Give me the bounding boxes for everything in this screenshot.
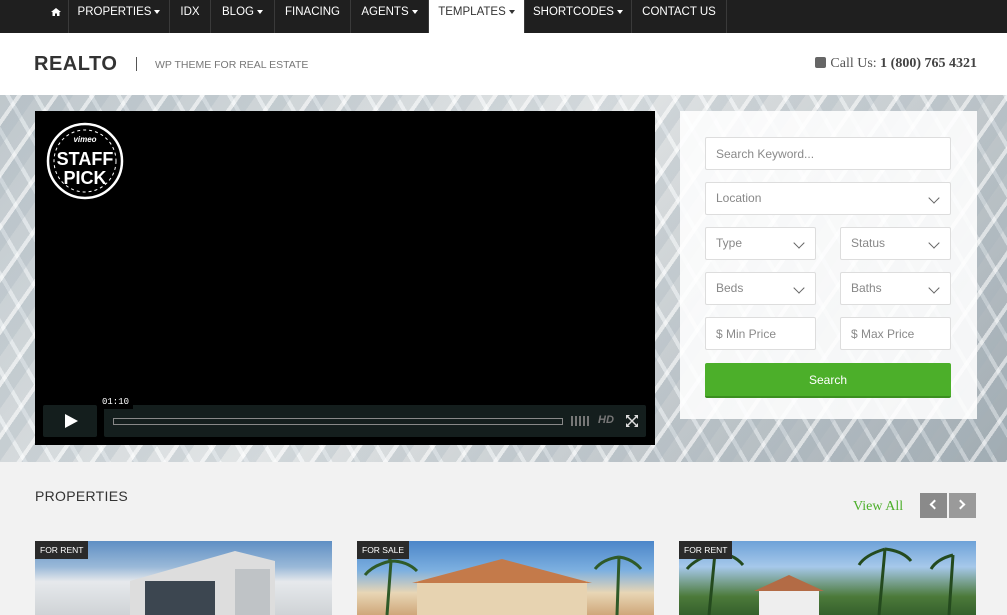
status-value: Status	[851, 236, 886, 250]
nav-item-financing[interactable]: FINACING	[275, 0, 351, 33]
chevron-down-icon	[928, 237, 940, 249]
nav-item-blog[interactable]: BLOG	[211, 0, 275, 33]
property-card[interactable]: FOR RENT	[35, 541, 332, 615]
beds-select[interactable]: Beds	[705, 272, 816, 305]
hd-toggle[interactable]: HD	[598, 414, 614, 426]
type-select[interactable]: Type	[705, 227, 816, 260]
carousel-next-button[interactable]	[949, 493, 976, 518]
chevron-left-icon	[929, 499, 940, 510]
nav-item-label: FINACING	[285, 6, 340, 18]
nav-item-label: PROPERTIES	[77, 6, 152, 18]
min-price-field[interactable]	[705, 317, 816, 350]
nav-item-label: CONTACT US	[642, 6, 716, 18]
volume-icon[interactable]	[571, 416, 593, 426]
play-icon	[65, 414, 78, 428]
badge-line2: PICK	[63, 168, 106, 188]
keyword-input[interactable]	[716, 138, 950, 169]
chevron-down-icon	[928, 192, 940, 204]
property-card[interactable]: FOR SALE	[357, 541, 654, 615]
nav-item-properties[interactable]: PROPERTIES	[69, 0, 170, 33]
nav-item-shortcodes[interactable]: SHORTCODES	[525, 0, 632, 33]
staff-pick-badge: vimeo STAFF PICK	[46, 122, 124, 200]
top-navigation: PROPERTIES IDX BLOG FINACING AGENTS TEMP…	[0, 0, 1007, 33]
nav-item-label: AGENTS	[361, 6, 409, 18]
chevron-down-icon	[154, 10, 161, 14]
chevron-right-icon	[955, 499, 966, 510]
video-controls: 01:10 HD	[43, 396, 646, 437]
carousel-prev-button[interactable]	[920, 493, 947, 518]
nav-item-contact[interactable]: CONTACT US	[632, 0, 727, 33]
chevron-down-icon	[256, 10, 263, 14]
badge-vimeo-text: vimeo	[73, 135, 96, 144]
home-icon	[51, 8, 61, 16]
chevron-down-icon	[793, 282, 805, 294]
site-tagline: WP THEME FOR REAL ESTATE	[155, 59, 309, 71]
property-status-badge: FOR RENT	[679, 541, 733, 559]
baths-select[interactable]: Baths	[840, 272, 951, 305]
site-header: REALTO WP THEME FOR REAL ESTATE Call Us:…	[0, 33, 1007, 95]
site-logo[interactable]: REALTO	[34, 53, 117, 76]
nav-item-idx[interactable]: IDX	[170, 0, 211, 33]
properties-heading: PROPERTIES	[35, 488, 128, 504]
nav-item-label: TEMPLATES	[438, 6, 506, 18]
chevron-down-icon	[793, 237, 805, 249]
phone-icon	[815, 57, 827, 68]
video-time: 01:10	[98, 396, 134, 409]
fullscreen-icon[interactable]	[626, 415, 638, 427]
baths-value: Baths	[851, 281, 882, 295]
nav-item-label: BLOG	[222, 6, 254, 18]
min-price-input[interactable]	[716, 318, 815, 349]
chevron-down-icon	[508, 10, 515, 14]
status-select[interactable]: Status	[840, 227, 951, 260]
chevron-down-icon	[928, 282, 940, 294]
progress-track[interactable]	[113, 418, 563, 425]
call-prefix: Call Us:	[830, 56, 877, 71]
property-card[interactable]: FOR RENT	[679, 541, 976, 615]
keyword-field[interactable]	[705, 137, 951, 170]
badge-line1: STAFF	[57, 149, 114, 169]
property-status-badge: FOR RENT	[35, 541, 89, 559]
video-player[interactable]: vimeo STAFF PICK 01:10 HD	[35, 111, 655, 445]
location-value: Location	[716, 191, 762, 205]
nav-item-label: IDX	[180, 6, 200, 18]
nav-home[interactable]	[33, 0, 69, 33]
search-button[interactable]: Search	[705, 363, 951, 398]
nav-item-label: SHORTCODES	[533, 6, 614, 18]
property-status-badge: FOR SALE	[357, 541, 410, 559]
header-divider	[136, 57, 137, 71]
play-button[interactable]	[43, 405, 97, 437]
nav-item-templates[interactable]: TEMPLATES	[429, 0, 525, 33]
max-price-input[interactable]	[851, 318, 950, 349]
type-value: Type	[716, 236, 743, 250]
beds-value: Beds	[716, 281, 744, 295]
phone-number[interactable]: 1 (800) 765 4321	[880, 56, 977, 71]
location-select[interactable]: Location	[705, 182, 951, 215]
chevron-down-icon	[411, 10, 418, 14]
call-us: Call Us: 1 (800) 765 4321	[815, 56, 977, 72]
view-all-link[interactable]: View All	[853, 499, 903, 515]
video-control-bar: 01:10 HD	[98, 396, 646, 437]
property-search-panel: Location Type Status Beds Baths Search	[680, 111, 977, 419]
chevron-down-icon	[616, 10, 623, 14]
max-price-field[interactable]	[840, 317, 951, 350]
hero-section: vimeo STAFF PICK 01:10 HD Search Keyword…	[0, 95, 1007, 462]
nav-item-agents[interactable]: AGENTS	[351, 0, 429, 33]
